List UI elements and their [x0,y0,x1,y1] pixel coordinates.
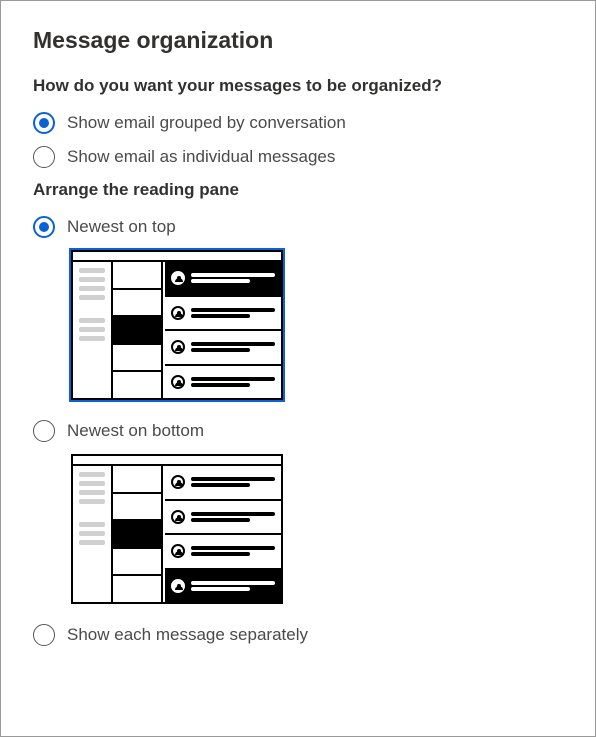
radio-label: Show each message separately [67,625,308,645]
radio-icon [33,112,55,134]
layout-preview-icon [71,454,283,604]
reading-pane-heading: Arrange the reading pane [33,180,563,200]
panel-title: Message organization [33,27,563,54]
radio-label: Show email grouped by conversation [67,113,346,133]
organize-heading: How do you want your messages to be orga… [33,76,563,96]
radio-icon [33,146,55,168]
radio-label: Newest on top [67,217,176,237]
radio-icon [33,216,55,238]
radio-newest-on-bottom[interactable]: Newest on bottom [33,420,563,442]
preview-newest-on-bottom[interactable] [71,454,563,604]
radio-individual-messages[interactable]: Show email as individual messages [33,146,563,168]
preview-newest-on-top[interactable] [71,250,563,400]
radio-icon [33,420,55,442]
radio-label: Show email as individual messages [67,147,335,167]
radio-icon [33,624,55,646]
radio-newest-on-top[interactable]: Newest on top [33,216,563,238]
radio-label: Newest on bottom [67,421,204,441]
radio-grouped-by-conversation[interactable]: Show email grouped by conversation [33,112,563,134]
radio-show-separately[interactable]: Show each message separately [33,624,563,646]
layout-preview-icon [71,250,283,400]
message-organization-panel: Message organization How do you want you… [0,0,596,737]
